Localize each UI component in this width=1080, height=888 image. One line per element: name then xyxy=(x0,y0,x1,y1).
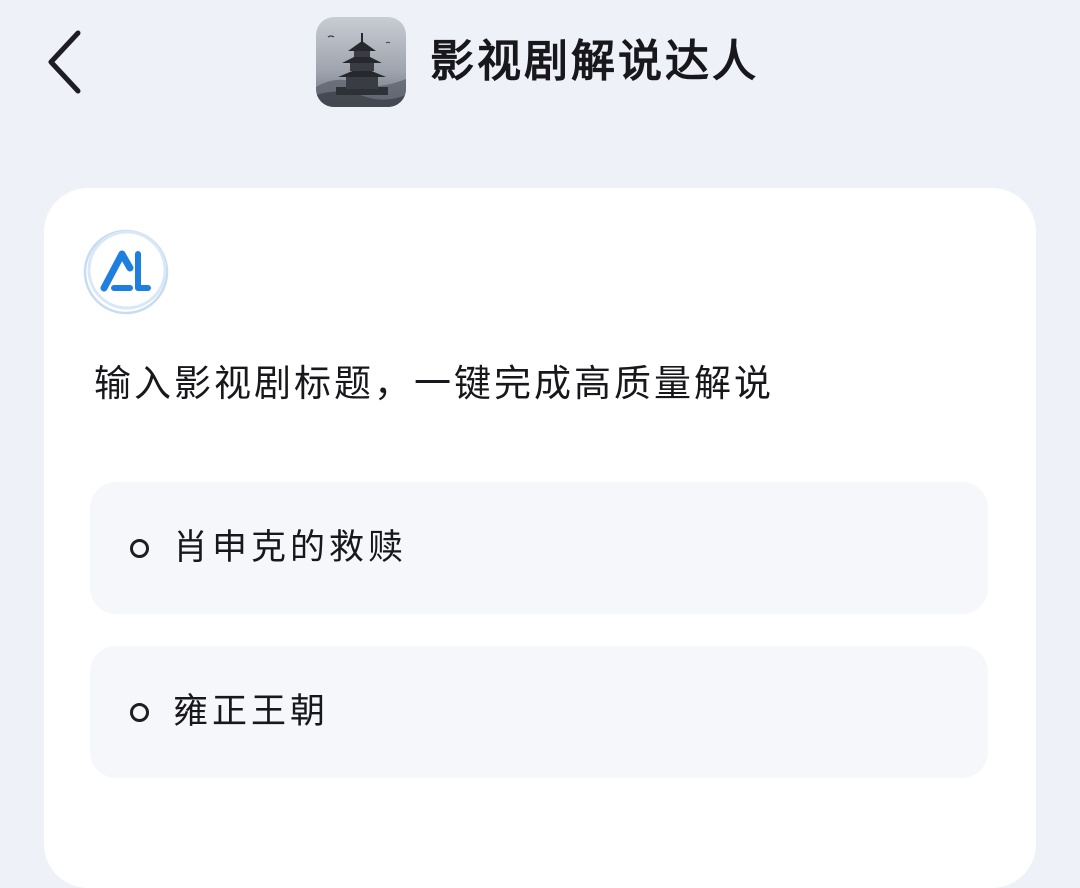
top-bar: 影视剧解说达人 xyxy=(0,0,1080,130)
intro-card: 输入影视剧标题，一键完成高质量解说 肖申克的救赎 雍正王朝 xyxy=(44,188,1036,888)
bot-avatar[interactable] xyxy=(316,17,406,107)
ai-logo-icon xyxy=(82,226,172,316)
suggestion-label: 雍正王朝 xyxy=(173,692,330,732)
suggestion-label: 肖申克的救赎 xyxy=(173,528,408,568)
chevron-left-icon xyxy=(48,30,81,94)
bullet-circle-icon xyxy=(130,538,149,558)
suggestion-item-1[interactable]: 肖申克的救赎 xyxy=(90,482,988,614)
intro-text: 输入影视剧标题，一键完成高质量解说 xyxy=(94,362,774,405)
bullet-circle-icon xyxy=(130,702,149,722)
pavilion-tower-icon xyxy=(316,17,406,107)
bot-name: 影视剧解说达人 xyxy=(430,36,759,87)
back-button[interactable] xyxy=(30,22,100,102)
suggestion-item-2[interactable]: 雍正王朝 xyxy=(90,646,988,778)
